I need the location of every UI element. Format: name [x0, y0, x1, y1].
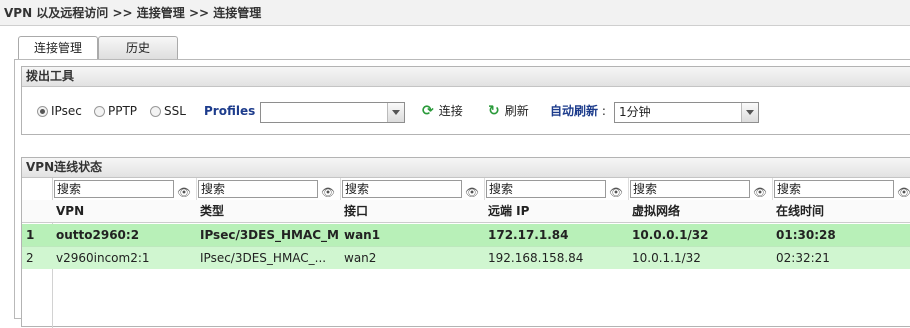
cell-uptime: 02:32:21 [776, 251, 830, 265]
filter-icon[interactable]: 👁 [753, 182, 767, 200]
tab-history[interactable]: 历史 [98, 36, 178, 59]
connect-button[interactable]: ⟳ 连接 [422, 87, 463, 135]
auto-refresh-label: 自动刷新 : [550, 104, 606, 118]
column-header-vpn[interactable]: VPN [56, 200, 196, 222]
auto-refresh-value: 1分钟 [619, 105, 651, 119]
cell-remote-ip: 172.17.1.84 [488, 228, 569, 242]
profiles-select[interactable] [260, 102, 405, 123]
column-header-type[interactable]: 类型 [200, 200, 340, 222]
search-input-remote-ip[interactable]: 搜索 [486, 180, 606, 198]
search-input-virtual-network[interactable]: 搜索 [630, 180, 750, 198]
cell-type: IPsec/3DES_HMAC_MD5 [200, 228, 340, 242]
cell-vpn: v2960incom2:1 [56, 251, 150, 265]
vpn-status-grid: 搜索 👁 搜索 👁 搜索 👁 搜索 👁 搜索 👁 搜索 👁 VPN 类型 接口 远端 IP … [22, 178, 910, 328]
refresh-button[interactable]: ↻ 刷新 [488, 87, 529, 135]
filter-icon[interactable]: 👁 [177, 182, 191, 200]
filter-icon[interactable]: 👁 [897, 182, 910, 200]
dial-out-section: 拨出工具 IPsec PPTP SSL Profiles : ⟳ 连接 ↻ 刷新 [21, 66, 910, 135]
cell-remote-ip: 192.168.158.84 [488, 251, 584, 265]
cell-virtual-network: 10.0.1.1/32 [632, 251, 701, 265]
search-input-interface[interactable]: 搜索 [342, 180, 462, 198]
header-row: VPN 类型 接口 远端 IP 虚拟网络 在线时间 [22, 200, 910, 223]
radio-pptp[interactable]: PPTP [94, 87, 137, 135]
search-row: 搜索 👁 搜索 👁 搜索 👁 搜索 👁 搜索 👁 搜索 👁 [22, 178, 910, 200]
row-number: 1 [26, 228, 35, 242]
connect-label: 连接 [438, 104, 463, 118]
column-header-virtual-network[interactable]: 虚拟网络 [632, 200, 772, 222]
refresh-icon: ↻ [488, 103, 500, 119]
cell-interface: wan1 [344, 228, 381, 242]
filter-icon[interactable]: 👁 [465, 182, 479, 200]
search-input-type[interactable]: 搜索 [198, 180, 318, 198]
profiles-label: Profiles : [204, 104, 265, 118]
radio-ipsec-label: IPsec [51, 104, 82, 118]
vpn-status-title: VPN连线状态 [22, 158, 910, 178]
cell-virtual-network: 10.0.0.1/32 [632, 228, 709, 242]
row-number: 2 [26, 251, 34, 265]
filter-icon[interactable]: 👁 [321, 182, 335, 200]
radio-ipsec[interactable]: IPsec [37, 87, 82, 135]
radio-unchecked-icon [94, 106, 105, 117]
table-row[interactable]: 1 outto2960:2 IPsec/3DES_HMAC_MD5 wan1 1… [22, 224, 910, 246]
cell-type: IPsec/3DES_HMAC_... [200, 251, 327, 265]
cell-interface: wan2 [344, 251, 377, 265]
chevron-down-icon[interactable] [741, 103, 758, 122]
table-row[interactable]: 2 v2960incom2:1 IPsec/3DES_HMAC_... wan2… [22, 246, 910, 269]
main-panel: 拨出工具 IPsec PPTP SSL Profiles : ⟳ 连接 ↻ 刷新 [14, 59, 910, 328]
cell-vpn: outto2960:2 [56, 228, 140, 242]
connect-icon: ⟳ [422, 103, 434, 119]
radio-pptp-label: PPTP [108, 104, 138, 118]
column-header-interface[interactable]: 接口 [344, 200, 484, 222]
radio-checked-icon [37, 106, 48, 117]
cell-uptime: 01:30:28 [776, 228, 836, 242]
column-header-remote-ip[interactable]: 远端 IP [488, 200, 628, 222]
filter-icon[interactable]: 👁 [609, 182, 623, 200]
search-input-uptime[interactable]: 搜索 [774, 180, 894, 198]
auto-refresh-select[interactable]: 1分钟 [614, 102, 759, 123]
radio-unchecked-icon [150, 106, 161, 117]
refresh-label: 刷新 [504, 104, 529, 118]
vpn-status-section: VPN连线状态 搜索 👁 搜索 👁 搜索 👁 搜索 👁 搜索 👁 搜索 👁 VPN 类型 接… [21, 157, 910, 328]
radio-ssl-label: SSL [164, 104, 186, 118]
column-header-uptime[interactable]: 在线时间 [776, 200, 910, 222]
search-input-vpn[interactable]: 搜索 [54, 180, 174, 198]
breadcrumb: VPN 以及远程访问 >> 连接管理 >> 连接管理 [0, 0, 910, 26]
radio-ssl[interactable]: SSL [150, 87, 186, 135]
chevron-down-icon[interactable] [387, 103, 404, 122]
dial-out-title: 拨出工具 [22, 67, 910, 87]
tab-connection-management[interactable]: 连接管理 [18, 36, 98, 61]
